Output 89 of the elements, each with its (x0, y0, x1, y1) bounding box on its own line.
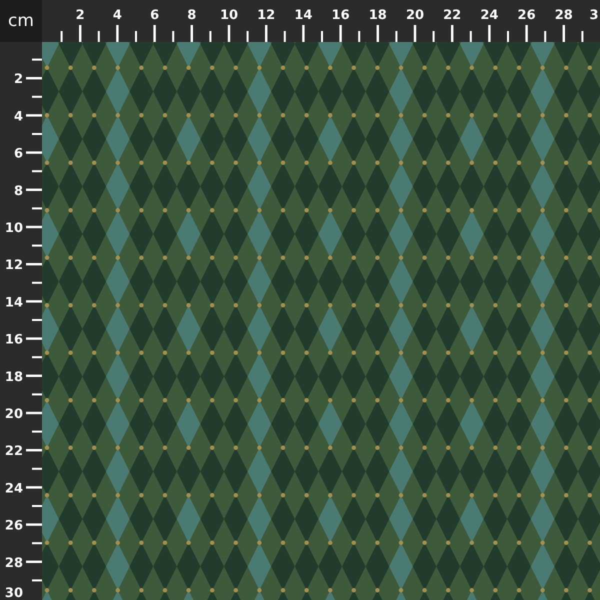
unit-label: cm (8, 12, 34, 30)
ruler-label: 30 (4, 586, 23, 600)
ruler-label: 28 (4, 556, 23, 571)
ruler-label: 22 (443, 8, 462, 23)
tick-mark (358, 31, 360, 42)
tick-mark (26, 300, 42, 303)
ruler-label: 2 (76, 8, 85, 23)
tick-mark (432, 31, 435, 42)
tick-mark (32, 96, 42, 98)
tick-mark (98, 31, 100, 42)
ruler-label: 18 (368, 8, 387, 23)
tick-mark (26, 523, 42, 526)
tick-mark (339, 25, 342, 42)
tick-mark (32, 244, 42, 247)
tick-mark (60, 31, 63, 42)
ruler-label: 4 (14, 109, 23, 124)
tick-mark (451, 25, 454, 42)
tick-mark (32, 356, 42, 358)
tick-mark (376, 25, 379, 42)
tick-mark (116, 25, 119, 42)
tick-mark (26, 188, 42, 191)
ruler-label: 24 (4, 481, 23, 496)
ruler-label: 26 (4, 518, 23, 534)
tick-mark (562, 25, 565, 42)
tick-mark (32, 170, 42, 172)
ruler-label: 12 (4, 258, 23, 274)
ruler-label: 3 (589, 8, 599, 23)
ruler-label: 8 (187, 8, 196, 23)
tick-mark (32, 393, 42, 396)
tick-mark (32, 207, 42, 210)
tick-mark (209, 31, 212, 42)
ruler-label: 26 (518, 8, 536, 23)
tick-mark (284, 31, 286, 42)
tick-mark (135, 31, 137, 42)
ruler-label: 2 (14, 72, 23, 88)
tick-mark (507, 31, 509, 42)
tick-mark (172, 31, 174, 42)
tick-mark (32, 542, 42, 544)
tick-mark (26, 412, 42, 414)
tick-mark (32, 58, 42, 61)
tick-mark (26, 77, 42, 80)
tick-mark (26, 337, 42, 340)
ruler-label: 14 (294, 8, 312, 23)
ruler-label: 8 (14, 184, 23, 199)
tick-mark (153, 25, 156, 42)
ruler-label: 28 (554, 8, 573, 23)
tick-mark (190, 25, 193, 42)
tick-mark (488, 25, 491, 42)
tick-mark (525, 25, 528, 42)
ruler-label: 20 (4, 407, 23, 422)
tick-mark (79, 25, 82, 42)
tick-mark (228, 25, 230, 42)
tick-mark (246, 31, 249, 42)
tick-mark (321, 31, 323, 42)
ruler-label: 16 (4, 332, 23, 348)
ruler-label: 16 (332, 8, 350, 23)
tick-mark (302, 25, 305, 42)
tick-mark (32, 319, 42, 321)
tick-mark (32, 579, 42, 582)
tick-mark (32, 505, 42, 507)
ruler-label: 24 (480, 8, 498, 23)
ruler-label: 6 (14, 146, 23, 162)
ruler-label: 20 (406, 8, 424, 23)
tick-mark (32, 133, 42, 135)
tick-mark (26, 449, 42, 452)
ruler-label: 22 (4, 444, 23, 460)
ruler-label: 10 (4, 221, 23, 236)
ruler-label: 10 (220, 8, 238, 23)
tick-mark (26, 560, 42, 563)
tick-mark (26, 226, 42, 228)
tick-mark (26, 263, 42, 266)
tick-mark (32, 430, 42, 433)
tick-mark (26, 486, 42, 489)
tick-mark (32, 468, 42, 470)
tick-mark (265, 25, 268, 42)
tick-mark (26, 114, 42, 117)
tick-mark (414, 25, 416, 42)
ruler-label: 4 (112, 8, 122, 23)
ruler-label: 18 (4, 370, 23, 385)
ruler-label: 6 (150, 8, 160, 23)
tick-mark (581, 31, 584, 42)
tick-mark (26, 151, 42, 154)
tick-mark (470, 31, 472, 42)
tick-mark (32, 282, 42, 284)
tick-mark (26, 374, 42, 377)
tick-mark (395, 31, 398, 42)
ruler-label: 12 (257, 8, 276, 23)
tick-mark (544, 31, 546, 42)
ruler-label: 14 (4, 295, 23, 310)
